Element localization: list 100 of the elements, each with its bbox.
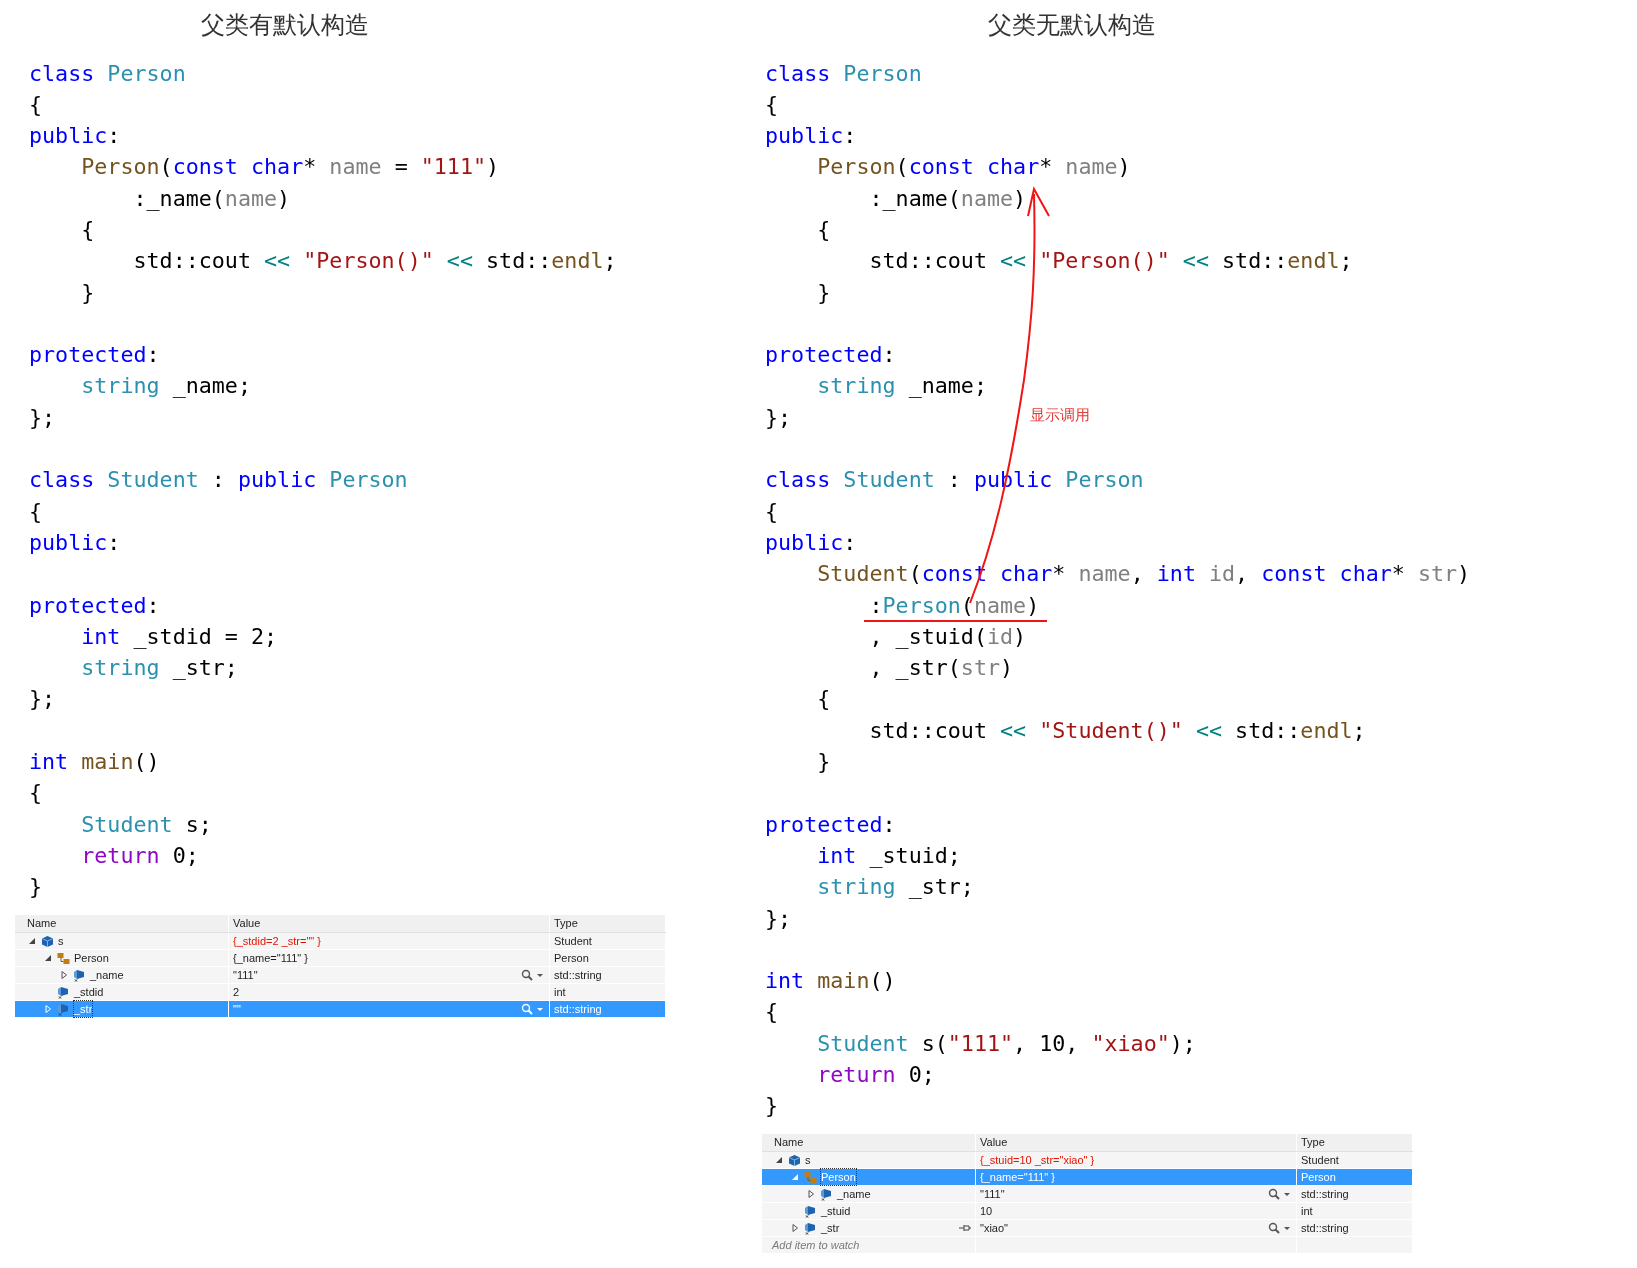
code-line: { xyxy=(816,687,831,712)
code-line: , _stuid(id) xyxy=(868,624,1027,649)
code-line: public: xyxy=(29,124,121,149)
code-line: int main() xyxy=(29,750,160,775)
variable-value: {_stdid=2 _str="" } xyxy=(233,934,321,949)
code-line: public: xyxy=(29,530,121,555)
code-line: public: xyxy=(765,124,857,149)
code-line: std::cout << "Student()" << std::endl; xyxy=(868,718,1366,743)
annotation-label: 显示调用 xyxy=(1030,406,1090,424)
column-header[interactable]: Value xyxy=(976,1134,1297,1152)
code-line: std::cout << "Person()" << std::endl; xyxy=(868,249,1353,274)
expand-toggle[interactable] xyxy=(43,1004,53,1014)
variable-name: _name xyxy=(90,968,124,983)
code-line: }; xyxy=(29,687,56,712)
code-line: } xyxy=(29,875,43,900)
variable-value: {_stuid=10 _str="xiao" } xyxy=(980,1153,1095,1169)
variable-name: _str xyxy=(74,1001,93,1017)
variable-value: "111" xyxy=(980,1187,1005,1203)
column-header[interactable]: Name xyxy=(15,915,229,932)
code-line: { xyxy=(29,781,43,806)
code-line: return 0; xyxy=(816,1063,935,1087)
code-line: , _str(str) xyxy=(868,656,1014,681)
watch-row[interactable]: _str "xiao" std::string xyxy=(762,1220,1413,1238)
visualizer-button[interactable] xyxy=(1268,1222,1292,1235)
field-icon xyxy=(804,1204,817,1218)
collapse-toggle[interactable] xyxy=(27,936,37,946)
code-line: string _str; xyxy=(80,656,238,681)
variable-type: Student xyxy=(554,934,592,949)
code-line: protected: xyxy=(29,343,160,368)
variable-type: Person xyxy=(554,951,589,966)
pin-icon[interactable] xyxy=(959,1224,971,1233)
variable-value: {_name="111" } xyxy=(980,1170,1055,1186)
code-line: } xyxy=(80,280,95,305)
watch-row[interactable]: _stuid 10 int xyxy=(762,1203,1413,1221)
watch-row[interactable]: _name "111" std::string xyxy=(762,1186,1413,1204)
variable-type: Student xyxy=(1301,1153,1339,1169)
expand-toggle[interactable] xyxy=(790,1223,800,1234)
variable-type: std::string xyxy=(554,968,602,983)
field-icon xyxy=(57,985,70,999)
code-line: { xyxy=(765,499,779,524)
variable-type: int xyxy=(1301,1204,1313,1220)
visualizer-button[interactable] xyxy=(521,1003,545,1015)
add-watch-field[interactable]: Add item to watch xyxy=(772,1237,860,1254)
code-line: { xyxy=(80,218,95,242)
collapse-toggle[interactable] xyxy=(774,1155,784,1166)
field-icon xyxy=(57,1002,70,1016)
code-line: class Person xyxy=(765,61,922,86)
visualizer-button[interactable] xyxy=(1268,1188,1292,1201)
field-icon xyxy=(804,1221,817,1235)
column-header[interactable]: Name xyxy=(762,1134,976,1152)
section-title: 父类无默认构造 xyxy=(988,10,1156,40)
watch-row[interactable]: _name "111" std::string xyxy=(15,967,666,984)
variable-value: "111" xyxy=(233,968,258,983)
expand-toggle[interactable] xyxy=(806,1189,816,1200)
variable-type: std::string xyxy=(1301,1221,1349,1237)
code-line: return 0; xyxy=(80,843,199,868)
code-line: :_name(name) xyxy=(132,186,291,211)
column-header[interactable]: Value xyxy=(229,915,550,932)
section-title: 父类有默认构造 xyxy=(201,10,369,40)
watch-row[interactable]: Person {_name="111" } Person xyxy=(15,950,666,967)
field-icon xyxy=(73,968,86,982)
code-line: { xyxy=(29,499,43,524)
variable-name: s xyxy=(805,1153,811,1169)
variable-type: int xyxy=(554,985,566,1000)
code-line: std::cout << "Person()" << std::endl; xyxy=(132,249,617,274)
variable-name: _stdid xyxy=(74,985,104,1000)
column-header[interactable]: Type xyxy=(550,915,666,932)
variable-value: 10 xyxy=(980,1204,993,1220)
code-line: int _stdid = 2; xyxy=(80,624,278,649)
code-line: } xyxy=(816,280,831,305)
cube-icon xyxy=(788,1153,801,1167)
code-line: protected: xyxy=(765,343,896,368)
code-line: class Person xyxy=(29,61,186,86)
code-line: string _name; xyxy=(80,374,251,399)
variable-name: _name xyxy=(837,1187,871,1203)
variable-value: "" xyxy=(233,1002,241,1017)
code-line: string _str; xyxy=(816,875,974,900)
variable-type: std::string xyxy=(1301,1187,1349,1203)
column-header[interactable]: Type xyxy=(1297,1134,1413,1152)
variable-type: Person xyxy=(1301,1170,1336,1186)
variable-name: Person xyxy=(74,951,109,966)
collapse-toggle[interactable] xyxy=(790,1172,800,1183)
field-icon xyxy=(820,1187,833,1201)
class-hierarchy-icon xyxy=(804,1170,817,1184)
code-line: class Student : public Person xyxy=(29,468,408,493)
code-line: }; xyxy=(765,405,792,430)
code-line: protected: xyxy=(29,593,160,618)
code-line: { xyxy=(765,92,779,117)
expand-toggle[interactable] xyxy=(59,970,69,980)
code-line: Person(const char* name = "111") xyxy=(80,155,500,180)
code-line: :Person(name) xyxy=(868,593,1040,618)
watch-row[interactable]: s {_stdid=2 _str="" } Student xyxy=(15,933,666,950)
code-line: protected: xyxy=(765,812,896,837)
code-line: { xyxy=(29,92,43,117)
code-line: string _name; xyxy=(816,374,987,399)
code-line: }; xyxy=(765,906,792,931)
collapse-toggle[interactable] xyxy=(43,953,53,963)
visualizer-button[interactable] xyxy=(521,969,545,981)
variable-name: _str xyxy=(821,1221,840,1237)
code-line: public: xyxy=(765,530,857,555)
